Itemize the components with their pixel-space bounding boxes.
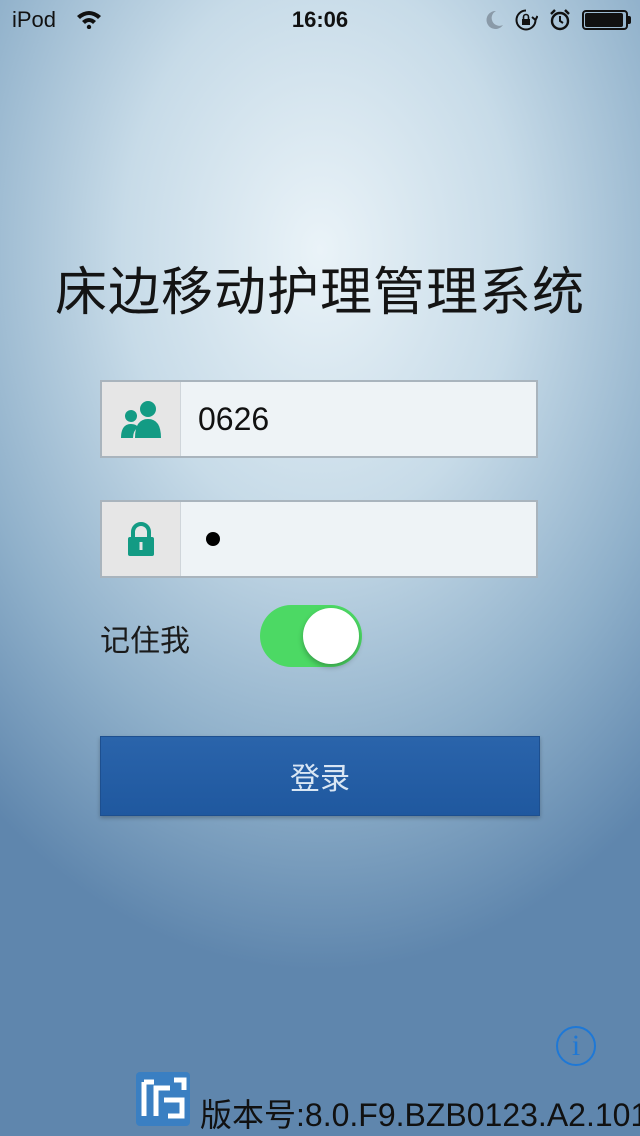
moon-icon <box>486 10 503 29</box>
lock-icon <box>128 522 154 556</box>
remember-me-label: 记住我 <box>100 624 190 659</box>
username-input[interactable] <box>198 382 528 456</box>
app-logo-icon <box>136 1072 190 1126</box>
status-icons <box>484 8 631 32</box>
version-label: 版本号:8.0.F9.BZB0123.A2.101 <box>200 1097 640 1133</box>
alarm-icon <box>550 9 570 31</box>
username-icon-box <box>102 382 181 456</box>
login-button[interactable]: 登录 <box>100 736 540 816</box>
toggle-knob <box>303 608 359 664</box>
app-title: 床边移动护理管理系统 <box>54 263 585 323</box>
status-bar: iPod 16:06 <box>0 0 640 40</box>
battery-icon <box>582 10 631 30</box>
rotation-lock-icon <box>515 9 538 31</box>
user-icon <box>121 401 161 438</box>
password-field[interactable] <box>100 500 538 578</box>
password-icon-box <box>102 502 181 576</box>
password-mask-dot[interactable] <box>206 532 220 546</box>
username-field[interactable] <box>100 380 538 458</box>
remember-me-toggle[interactable] <box>260 605 362 667</box>
info-icon[interactable]: i <box>556 1026 596 1066</box>
